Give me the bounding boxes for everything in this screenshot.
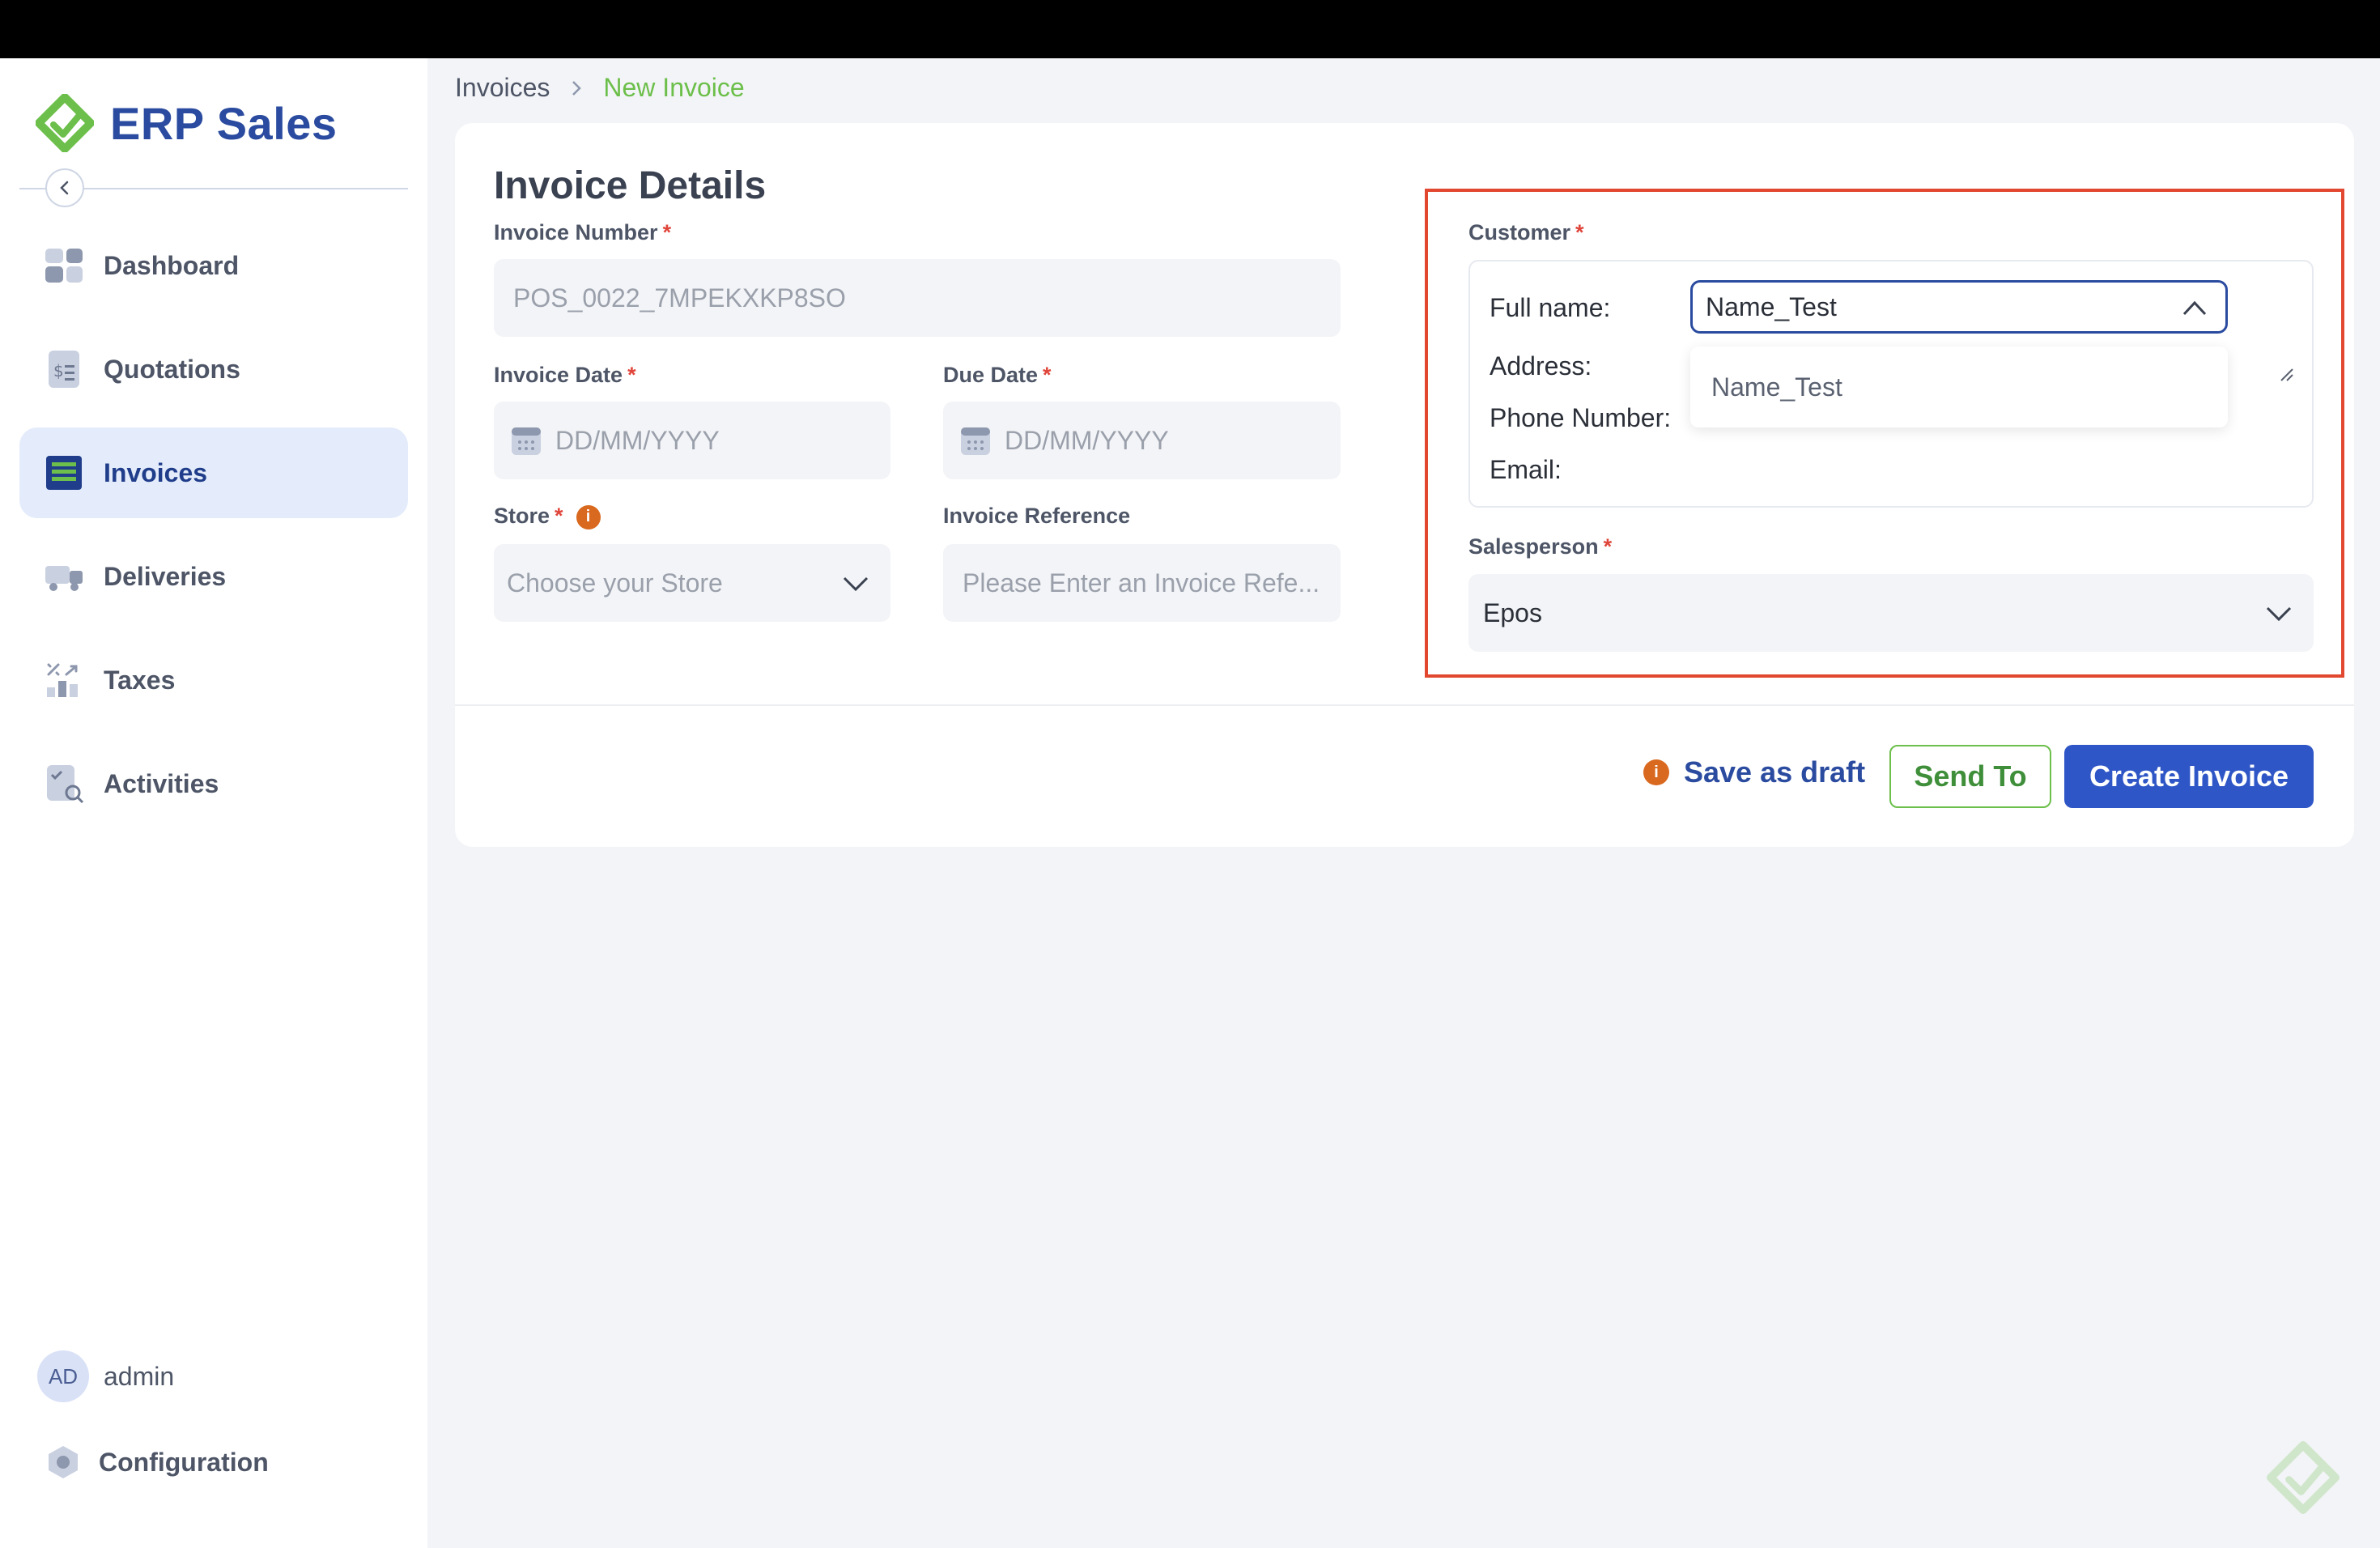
page-title: Invoice Details [494, 164, 767, 207]
salesperson-label: Salesperson * [1468, 534, 1613, 559]
svg-text:$: $ [53, 361, 64, 381]
sidebar-item-label: Quotations [104, 354, 240, 384]
truck-icon [45, 566, 83, 591]
config-label: Configuration [99, 1447, 269, 1477]
dashboard-icon [45, 249, 83, 283]
chevron-right-icon [572, 80, 582, 96]
invoice-date-field[interactable]: DD/MM/YYYY [494, 402, 890, 479]
calendar-icon[interactable] [959, 424, 992, 457]
invoice-number-label: Invoice Number * [494, 220, 672, 245]
store-label: Store * i [494, 504, 601, 529]
address-label: Address: [1490, 351, 1592, 381]
invoice-reference-input[interactable]: Please Enter an Invoice Refe... [943, 544, 1341, 622]
invoice-reference-placeholder: Please Enter an Invoice Refe... [963, 568, 1320, 598]
breadcrumb-invoices[interactable]: Invoices [455, 73, 550, 103]
chevron-down-icon [843, 576, 869, 592]
breadcrumb: Invoices New Invoice [455, 73, 745, 103]
sidebar-item-dashboard[interactable]: Dashboard [19, 220, 408, 311]
user-name: admin [104, 1361, 175, 1391]
sidebar-item-label: Invoices [104, 457, 208, 487]
salesperson-select[interactable]: Epos [1468, 574, 2314, 652]
customer-selected-value: Name_Test [1706, 291, 1837, 321]
store-select[interactable]: Choose your Store [494, 544, 890, 622]
app-logo[interactable]: ERP Sales [36, 94, 338, 152]
sidebar-item-configuration[interactable]: Configuration [45, 1444, 269, 1480]
sidebar-item-label: Taxes [104, 665, 176, 695]
invoice-date-label: Invoice Date * [494, 363, 636, 387]
chevron-left-icon [60, 181, 69, 195]
sidebar-item-quotations[interactable]: $ Quotations [19, 324, 408, 415]
activities-icon [47, 765, 84, 804]
watermark-logo-icon [2267, 1441, 2340, 1514]
taxes-icon [47, 663, 78, 697]
sidebar-item-invoices[interactable]: Invoices [19, 427, 408, 518]
invoice-reference-label: Invoice Reference [943, 504, 1131, 528]
phone-number-label: Phone Number: [1490, 403, 1672, 432]
save-draft-button[interactable]: i Save as draft [1643, 755, 1865, 789]
sidebar-item-label: Deliveries [104, 561, 227, 591]
due-date-placeholder: DD/MM/YYYY [1005, 425, 1169, 455]
sidebar-item-label: Activities [104, 768, 219, 798]
app-name: ERP Sales [110, 97, 338, 149]
sidebar-item-taxes[interactable]: Taxes [19, 635, 408, 725]
breadcrumb-current: New Invoice [603, 73, 745, 102]
chevron-up-icon [2182, 300, 2207, 316]
customer-dropdown-option[interactable]: Name_Test [1690, 347, 2228, 427]
invoice-number-value: POS_0022_7MPEKXKP8SO [513, 283, 846, 313]
due-date-label: Due Date * [943, 363, 1052, 387]
due-date-field[interactable]: DD/MM/YYYY [943, 402, 1341, 479]
create-invoice-button[interactable]: Create Invoice [2064, 745, 2314, 808]
sidebar-nav: Dashboard $ Quotations Invoices Deliveri… [19, 220, 408, 842]
user-profile[interactable]: AD admin [37, 1350, 174, 1402]
quotation-icon: $ [49, 351, 79, 388]
store-placeholder: Choose your Store [507, 568, 723, 598]
calendar-icon[interactable] [510, 424, 542, 457]
resize-handle-icon[interactable] [2280, 368, 2294, 382]
email-label: Email: [1490, 455, 1562, 484]
gear-icon [49, 1446, 78, 1478]
customer-label: Customer * [1468, 220, 1584, 245]
save-draft-label: Save as draft [1684, 755, 1866, 789]
invoice-number-field[interactable]: POS_0022_7MPEKXKP8SO [494, 259, 1341, 337]
sidebar: ERP Sales Dashboard $ Quotations Invoice… [0, 58, 427, 1548]
sidebar-item-deliveries[interactable]: Deliveries [19, 531, 408, 622]
card-divider [455, 704, 2354, 706]
chevron-down-icon [2266, 606, 2292, 622]
logo-icon [36, 94, 94, 152]
avatar: AD [37, 1350, 89, 1402]
salesperson-value: Epos [1483, 598, 1542, 627]
sidebar-item-label: Dashboard [104, 250, 240, 280]
invoice-icon [46, 456, 82, 490]
collapse-sidebar-button[interactable] [45, 168, 84, 207]
top-bar [0, 0, 2380, 58]
sidebar-item-activities[interactable]: Activities [19, 738, 408, 829]
full-name-label: Full name: [1490, 293, 1611, 322]
invoice-date-placeholder: DD/MM/YYYY [555, 425, 720, 455]
customer-name-select[interactable]: Name_Test [1690, 280, 2228, 334]
info-icon[interactable]: i [576, 504, 601, 529]
send-to-button[interactable]: Send To [1889, 745, 2051, 808]
info-icon[interactable]: i [1643, 759, 1669, 785]
